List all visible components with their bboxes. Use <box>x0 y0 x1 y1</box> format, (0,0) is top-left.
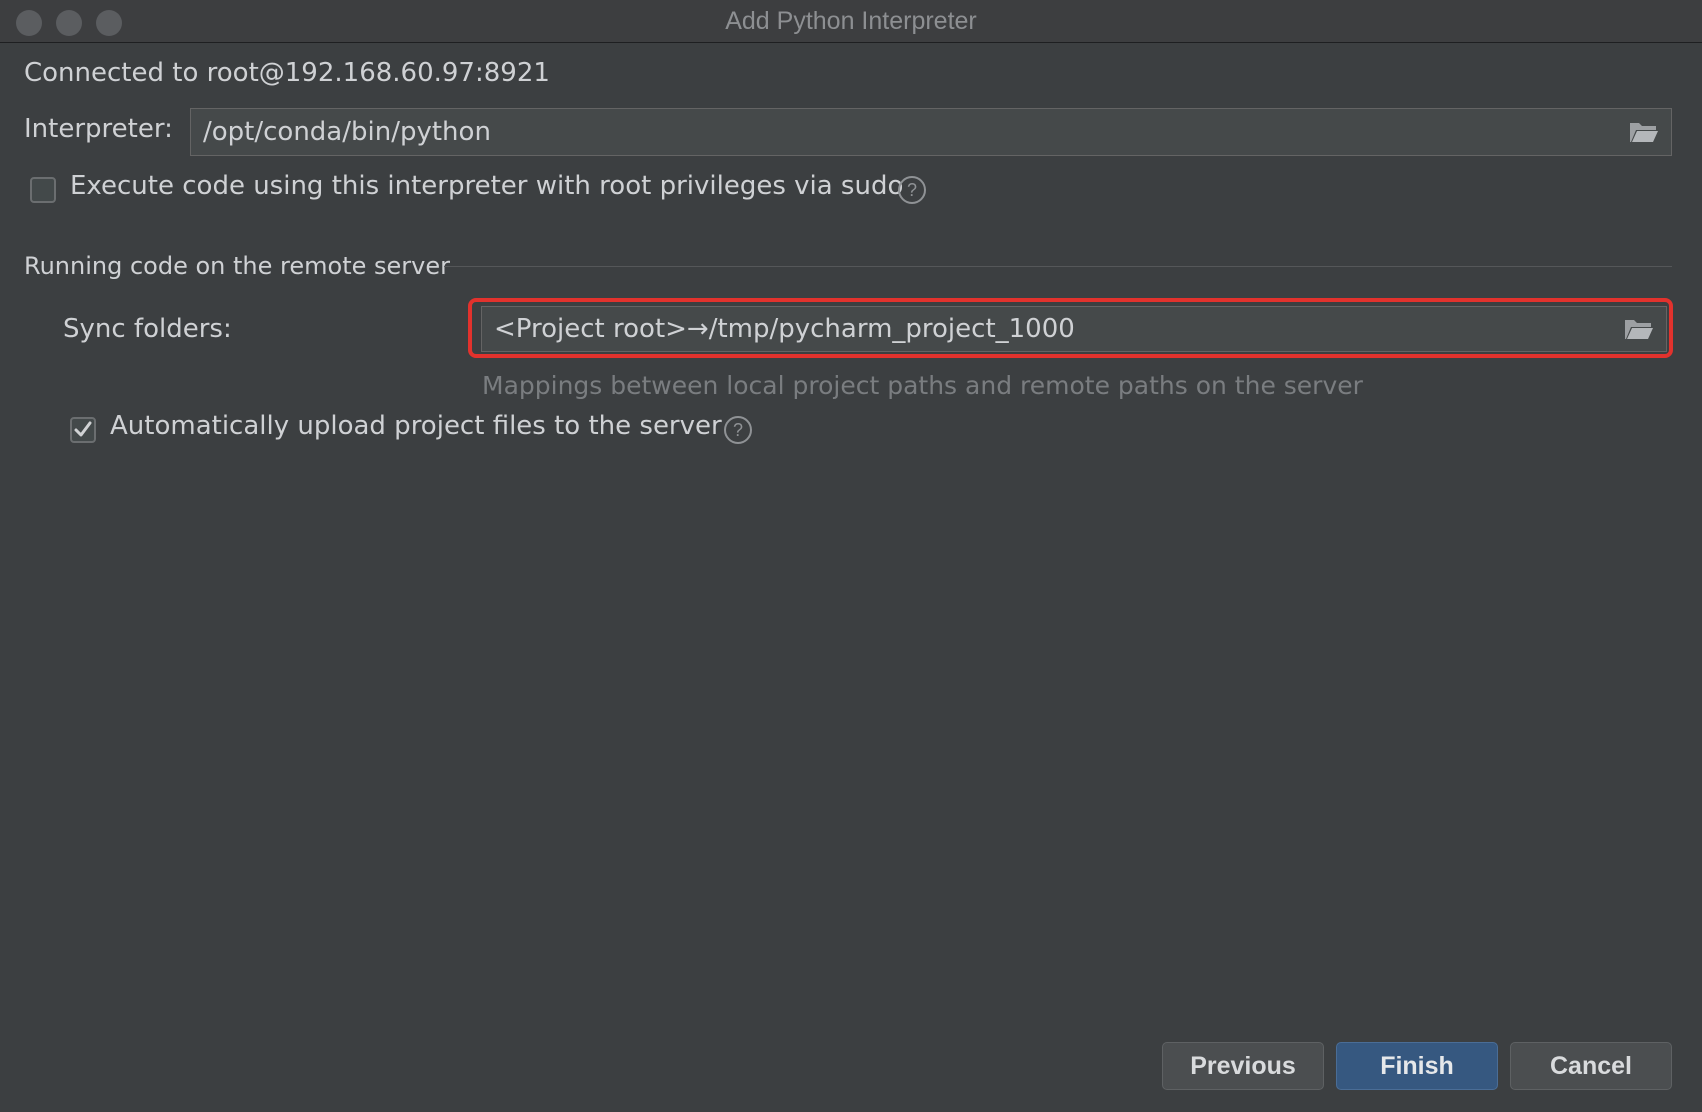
interpreter-field[interactable]: /opt/conda/bin/python <box>190 108 1672 156</box>
cancel-button[interactable]: Cancel <box>1510 1042 1672 1090</box>
sync-folders-hint: Mappings between local project paths and… <box>482 371 1363 400</box>
title-bar: Add Python Interpreter <box>0 0 1702 43</box>
interpreter-path: /opt/conda/bin/python <box>203 117 491 147</box>
sync-folders-mapping: <Project root>→/tmp/pycharm_project_1000 <box>494 314 1075 344</box>
folder-open-icon[interactable] <box>1629 120 1659 144</box>
folder-open-icon[interactable] <box>1624 317 1654 341</box>
section-divider <box>444 266 1672 267</box>
sync-folders-label: Sync folders: <box>63 314 232 344</box>
connection-status: Connected to root@192.168.60.97:8921 <box>24 58 550 88</box>
finish-button[interactable]: Finish <box>1336 1042 1498 1090</box>
auto-upload-checkbox[interactable] <box>70 417 96 443</box>
window-title: Add Python Interpreter <box>725 7 977 35</box>
auto-upload-help-icon[interactable]: ? <box>724 416 752 444</box>
sudo-checkbox[interactable] <box>30 177 56 203</box>
remote-section-title: Running code on the remote server <box>24 252 450 280</box>
checkmark-icon <box>74 421 92 437</box>
add-python-interpreter-dialog: Add Python Interpreter Connected to root… <box>0 0 1702 1112</box>
interpreter-label: Interpreter: <box>24 114 173 144</box>
sync-folders-field[interactable]: <Project root>→/tmp/pycharm_project_1000 <box>481 306 1667 352</box>
sudo-help-icon[interactable]: ? <box>898 176 926 204</box>
auto-upload-label: Automatically upload project files to th… <box>110 411 722 441</box>
previous-button[interactable]: Previous <box>1162 1042 1324 1090</box>
sudo-option-label: Execute code using this interpreter with… <box>70 171 904 201</box>
